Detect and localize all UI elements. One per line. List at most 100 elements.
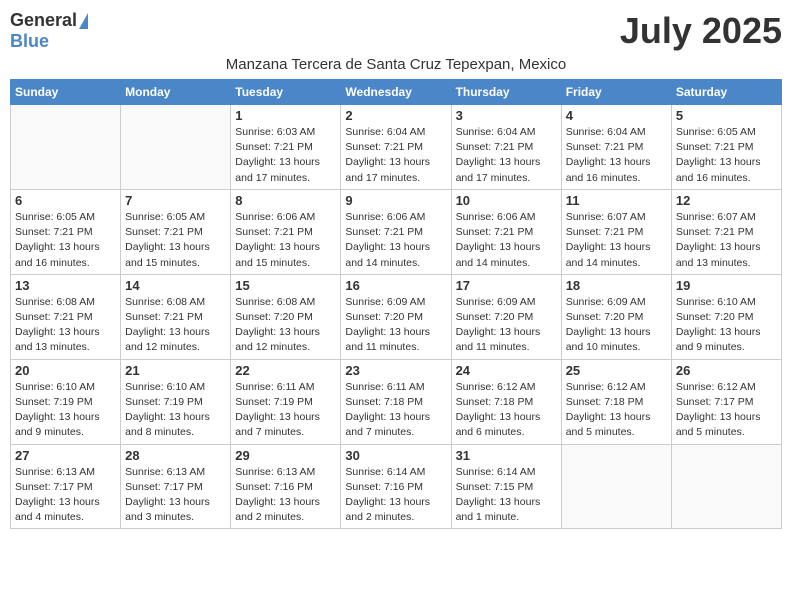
day-info: Sunrise: 6:06 AM Sunset: 7:21 PM Dayligh…	[345, 210, 446, 271]
day-info: Sunrise: 6:12 AM Sunset: 7:17 PM Dayligh…	[676, 380, 777, 441]
calendar-cell	[121, 105, 231, 190]
day-number: 20	[15, 363, 116, 378]
logo-general-text: General	[10, 10, 77, 31]
day-info: Sunrise: 6:04 AM Sunset: 7:21 PM Dayligh…	[566, 125, 667, 186]
calendar-cell: 1 Sunrise: 6:03 AM Sunset: 7:21 PM Daylig…	[231, 105, 341, 190]
calendar-cell: 3 Sunrise: 6:04 AM Sunset: 7:21 PM Daylig…	[451, 105, 561, 190]
day-info: Sunrise: 6:04 AM Sunset: 7:21 PM Dayligh…	[345, 125, 446, 186]
dow-header-saturday: Saturday	[671, 80, 781, 105]
day-info: Sunrise: 6:07 AM Sunset: 7:21 PM Dayligh…	[566, 210, 667, 271]
calendar-cell: 2 Sunrise: 6:04 AM Sunset: 7:21 PM Daylig…	[341, 105, 451, 190]
dow-header-monday: Monday	[121, 80, 231, 105]
day-info: Sunrise: 6:09 AM Sunset: 7:20 PM Dayligh…	[566, 295, 667, 356]
calendar-cell: 8 Sunrise: 6:06 AM Sunset: 7:21 PM Daylig…	[231, 189, 341, 274]
day-info: Sunrise: 6:08 AM Sunset: 7:21 PM Dayligh…	[125, 295, 226, 356]
day-number: 2	[345, 108, 446, 123]
day-number: 5	[676, 108, 777, 123]
calendar-subtitle: Manzana Tercera de Santa Cruz Tepexpan, …	[10, 56, 782, 73]
calendar-cell: 13 Sunrise: 6:08 AM Sunset: 7:21 PM Dayli…	[11, 274, 121, 359]
day-number: 21	[125, 363, 226, 378]
day-info: Sunrise: 6:08 AM Sunset: 7:21 PM Dayligh…	[15, 295, 116, 356]
calendar-cell: 19 Sunrise: 6:10 AM Sunset: 7:20 PM Dayli…	[671, 274, 781, 359]
day-number: 9	[345, 193, 446, 208]
calendar-cell: 21Sunrise: 6:10 AM Sunset: 7:19 PM Dayli…	[121, 359, 231, 444]
day-number: 14	[125, 278, 226, 293]
day-info: Sunrise: 6:13 AM Sunset: 7:17 PM Dayligh…	[125, 465, 226, 526]
day-number: 6	[15, 193, 116, 208]
day-number: 16	[345, 278, 446, 293]
day-info: Sunrise: 6:06 AM Sunset: 7:21 PM Dayligh…	[235, 210, 336, 271]
day-info: Sunrise: 6:14 AM Sunset: 7:15 PM Dayligh…	[456, 465, 557, 526]
day-info: Sunrise: 6:05 AM Sunset: 7:21 PM Dayligh…	[676, 125, 777, 186]
day-info: Sunrise: 6:14 AM Sunset: 7:16 PM Dayligh…	[345, 465, 446, 526]
day-info: Sunrise: 6:11 AM Sunset: 7:18 PM Dayligh…	[345, 380, 446, 441]
logo-blue-text: Blue	[10, 31, 49, 51]
day-number: 11	[566, 193, 667, 208]
day-info: Sunrise: 6:09 AM Sunset: 7:20 PM Dayligh…	[456, 295, 557, 356]
calendar-cell: 12 Sunrise: 6:07 AM Sunset: 7:21 PM Dayli…	[671, 189, 781, 274]
calendar-cell: 17 Sunrise: 6:09 AM Sunset: 7:20 PM Dayli…	[451, 274, 561, 359]
calendar-cell: 16Sunrise: 6:09 AM Sunset: 7:20 PM Dayli…	[341, 274, 451, 359]
day-number: 23	[345, 363, 446, 378]
day-number: 3	[456, 108, 557, 123]
day-info: Sunrise: 6:04 AM Sunset: 7:21 PM Dayligh…	[456, 125, 557, 186]
calendar-cell: 29 Sunrise: 6:13 AM Sunset: 7:16 PM Dayli…	[231, 444, 341, 529]
day-number: 13	[15, 278, 116, 293]
page-header: General Blue July 2025	[10, 10, 782, 52]
day-number: 26	[676, 363, 777, 378]
calendar-cell: 26 Sunrise: 6:12 AM Sunset: 7:17 PM Dayli…	[671, 359, 781, 444]
day-number: 30	[345, 448, 446, 463]
day-number: 12	[676, 193, 777, 208]
calendar-cell: 18 Sunrise: 6:09 AM Sunset: 7:20 PM Dayli…	[561, 274, 671, 359]
day-info: Sunrise: 6:06 AM Sunset: 7:21 PM Dayligh…	[456, 210, 557, 271]
dow-header-sunday: Sunday	[11, 80, 121, 105]
calendar-cell: 20Sunrise: 6:10 AM Sunset: 7:19 PM Dayli…	[11, 359, 121, 444]
dow-header-wednesday: Wednesday	[341, 80, 451, 105]
month-title: July 2025	[620, 10, 782, 52]
day-number: 17	[456, 278, 557, 293]
calendar-cell: 31 Sunrise: 6:14 AM Sunset: 7:15 PM Dayli…	[451, 444, 561, 529]
calendar-cell: 9 Sunrise: 6:06 AM Sunset: 7:21 PM Daylig…	[341, 189, 451, 274]
day-info: Sunrise: 6:10 AM Sunset: 7:20 PM Dayligh…	[676, 295, 777, 356]
day-info: Sunrise: 6:11 AM Sunset: 7:19 PM Dayligh…	[235, 380, 336, 441]
day-info: Sunrise: 6:05 AM Sunset: 7:21 PM Dayligh…	[15, 210, 116, 271]
calendar-cell: 23 Sunrise: 6:11 AM Sunset: 7:18 PM Dayli…	[341, 359, 451, 444]
calendar-cell: 25 Sunrise: 6:12 AM Sunset: 7:18 PM Dayli…	[561, 359, 671, 444]
day-number: 4	[566, 108, 667, 123]
day-info: Sunrise: 6:08 AM Sunset: 7:20 PM Dayligh…	[235, 295, 336, 356]
calendar-cell: 14 Sunrise: 6:08 AM Sunset: 7:21 PM Dayli…	[121, 274, 231, 359]
day-number: 8	[235, 193, 336, 208]
logo: General Blue	[10, 10, 90, 52]
day-number: 24	[456, 363, 557, 378]
day-info: Sunrise: 6:12 AM Sunset: 7:18 PM Dayligh…	[566, 380, 667, 441]
calendar-cell: 24Sunrise: 6:12 AM Sunset: 7:18 PM Dayli…	[451, 359, 561, 444]
day-number: 19	[676, 278, 777, 293]
calendar-cell: 11 Sunrise: 6:07 AM Sunset: 7:21 PM Dayli…	[561, 189, 671, 274]
day-number: 29	[235, 448, 336, 463]
day-number: 10	[456, 193, 557, 208]
logo-triangle-icon	[79, 13, 88, 29]
day-number: 1	[235, 108, 336, 123]
calendar-cell: 10 Sunrise: 6:06 AM Sunset: 7:21 PM Dayli…	[451, 189, 561, 274]
day-info: Sunrise: 6:07 AM Sunset: 7:21 PM Dayligh…	[676, 210, 777, 271]
calendar-cell: 7Sunrise: 6:05 AM Sunset: 7:21 PM Daylig…	[121, 189, 231, 274]
calendar-table: SundayMondayTuesdayWednesdayThursdayFrid…	[10, 79, 782, 529]
calendar-cell: 22Sunrise: 6:11 AM Sunset: 7:19 PM Dayli…	[231, 359, 341, 444]
day-number: 18	[566, 278, 667, 293]
calendar-cell: 28Sunrise: 6:13 AM Sunset: 7:17 PM Dayli…	[121, 444, 231, 529]
day-number: 27	[15, 448, 116, 463]
calendar-cell: 27 Sunrise: 6:13 AM Sunset: 7:17 PM Dayli…	[11, 444, 121, 529]
calendar-cell: 15Sunrise: 6:08 AM Sunset: 7:20 PM Dayli…	[231, 274, 341, 359]
day-info: Sunrise: 6:03 AM Sunset: 7:21 PM Dayligh…	[235, 125, 336, 186]
calendar-cell	[11, 105, 121, 190]
calendar-cell: 5 Sunrise: 6:05 AM Sunset: 7:21 PM Daylig…	[671, 105, 781, 190]
day-info: Sunrise: 6:13 AM Sunset: 7:16 PM Dayligh…	[235, 465, 336, 526]
day-number: 31	[456, 448, 557, 463]
day-info: Sunrise: 6:05 AM Sunset: 7:21 PM Dayligh…	[125, 210, 226, 271]
calendar-cell: 4 Sunrise: 6:04 AM Sunset: 7:21 PM Daylig…	[561, 105, 671, 190]
dow-header-thursday: Thursday	[451, 80, 561, 105]
day-number: 25	[566, 363, 667, 378]
calendar-cell: 30 Sunrise: 6:14 AM Sunset: 7:16 PM Dayli…	[341, 444, 451, 529]
dow-header-tuesday: Tuesday	[231, 80, 341, 105]
day-info: Sunrise: 6:13 AM Sunset: 7:17 PM Dayligh…	[15, 465, 116, 526]
